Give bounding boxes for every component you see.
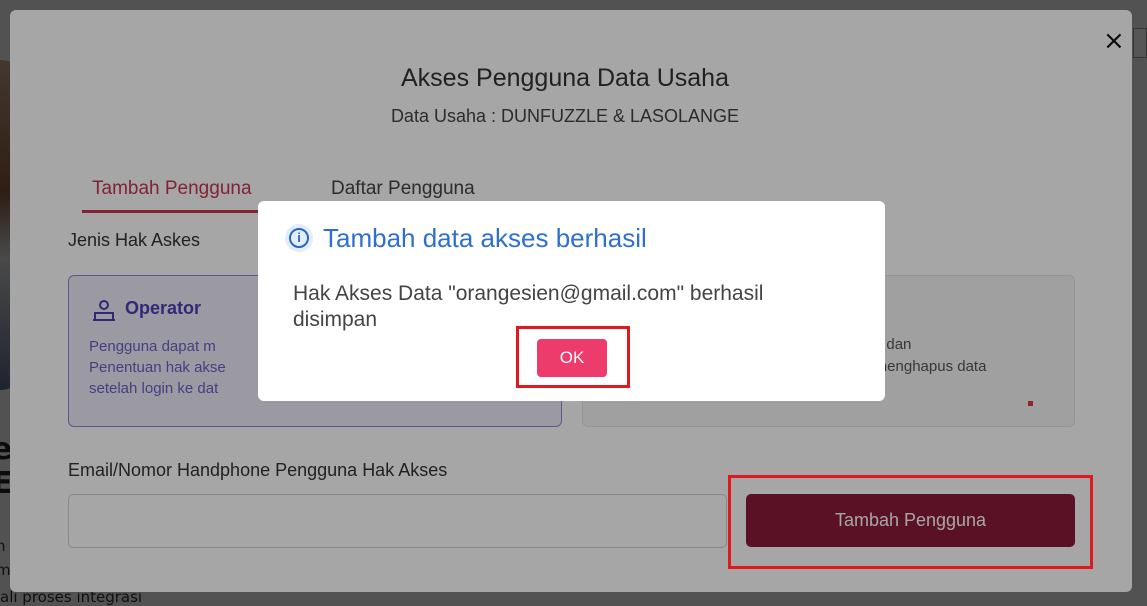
add-button-highlight <box>728 475 1093 569</box>
ok-button-highlight <box>516 326 630 388</box>
alert-title: Tambah data akses berhasil <box>323 223 647 253</box>
info-icon: i <box>285 224 313 252</box>
